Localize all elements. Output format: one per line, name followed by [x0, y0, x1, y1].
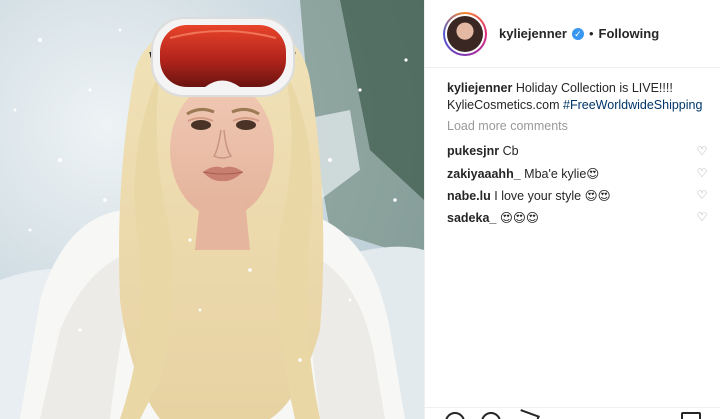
caption-hashtag[interactable]: #FreeWorldwideShipping: [563, 98, 702, 112]
comment-text: 😍😍😍: [499, 210, 539, 225]
comment-text: Cb: [502, 144, 519, 158]
post-caption: kyliejenner Holiday Collection is LIVE!!…: [447, 80, 709, 114]
comment-username[interactable]: pukesjnr: [447, 144, 499, 158]
caption-text: Holiday Collection is LIVE!!!!: [515, 81, 673, 95]
post-details-panel: kyliejenner ✓ • Following kyliejenner Ho…: [424, 0, 720, 419]
load-more-comments-button[interactable]: Load more comments: [447, 119, 568, 133]
heart-icon[interactable]: ♡: [695, 188, 709, 202]
comment-username[interactable]: sadeka_: [447, 211, 496, 225]
following-button[interactable]: Following: [599, 26, 660, 41]
avatar-icon: [447, 15, 483, 52]
post-header: kyliejenner ✓ • Following: [425, 0, 720, 68]
bookmark-icon[interactable]: [681, 412, 701, 419]
separator-dot: •: [588, 26, 594, 41]
comment-list: pukesjnr Cb ♡ zakiyaaahh_ Mba'e kylie😍 ♡…: [447, 140, 709, 228]
comment-icon[interactable]: [481, 412, 501, 419]
share-icon[interactable]: [514, 409, 540, 419]
post-image-illustration: [0, 0, 424, 419]
caption-link: KylieCosmetics.com: [447, 98, 560, 112]
heart-icon[interactable]: ♡: [695, 144, 709, 158]
comment-text: Mba'e kylie😍: [524, 166, 600, 181]
heart-icon[interactable]: ♡: [695, 166, 709, 180]
list-item: pukesjnr Cb ♡: [447, 140, 709, 162]
list-item: zakiyaaahh_ Mba'e kylie😍 ♡: [447, 162, 709, 184]
list-item: sadeka_ 😍😍😍 ♡: [447, 206, 709, 228]
header-username[interactable]: kyliejenner: [499, 26, 567, 41]
comment-username[interactable]: nabe.lu: [447, 189, 491, 203]
like-heart-icon[interactable]: [445, 412, 465, 419]
comment-username[interactable]: zakiyaaahh_: [447, 167, 521, 181]
avatar[interactable]: [443, 11, 487, 56]
post-image[interactable]: [0, 0, 424, 419]
caption-username[interactable]: kyliejenner: [447, 81, 512, 95]
post-actions-bar: [425, 407, 720, 419]
heart-icon[interactable]: ♡: [695, 210, 709, 224]
verified-badge-icon: ✓: [571, 27, 584, 40]
comment-text: I love your style 😍😍: [494, 188, 611, 203]
list-item: nabe.lu I love your style 😍😍 ♡: [447, 184, 709, 206]
